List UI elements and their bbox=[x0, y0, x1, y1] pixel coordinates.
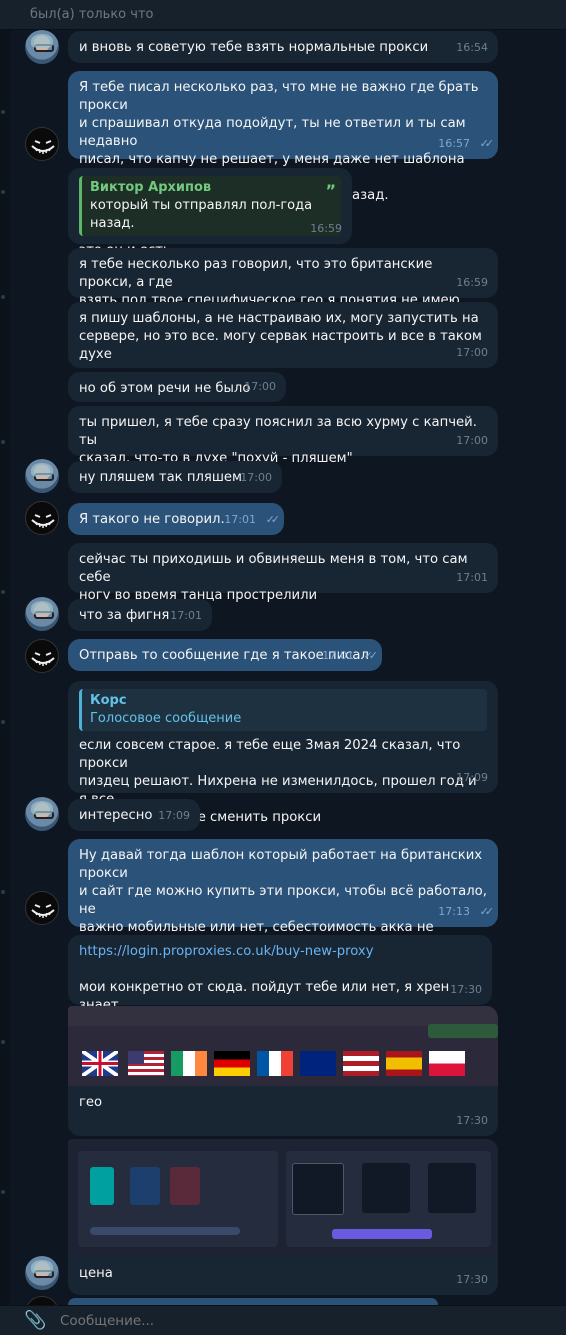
message-time: 17:01 bbox=[322, 649, 354, 662]
carrier-icon bbox=[90, 1167, 114, 1205]
double-check-icon: ✓✓ bbox=[363, 649, 379, 662]
message-time: 17:00 bbox=[240, 471, 272, 484]
flag-icon bbox=[300, 1051, 336, 1076]
quote-author: Виктор Архипов bbox=[90, 180, 212, 195]
message-composer[interactable]: 📎 bbox=[0, 1305, 566, 1335]
quote-text: Голосовое сообщение bbox=[90, 711, 242, 726]
message-text: ты пришел, я тебе сразу пояснил за всю х… bbox=[79, 415, 477, 466]
plan-card bbox=[292, 1163, 344, 1215]
double-check-icon: ✓✓ bbox=[479, 137, 495, 150]
message-bubble[interactable]: Я такого не говорил. 17:01 ✓✓ bbox=[68, 503, 284, 535]
contact-avatar[interactable] bbox=[25, 459, 59, 493]
flag-icon bbox=[80, 1049, 120, 1078]
unread-dot bbox=[1, 440, 5, 444]
message-text: и вновь я советую тебе взять нормальные … bbox=[79, 40, 429, 55]
message-time: 17:01 bbox=[170, 609, 202, 622]
reply-quote[interactable]: Виктор Архипов который ты отправлял пол-… bbox=[79, 176, 341, 236]
user-avatar[interactable] bbox=[25, 127, 59, 161]
message-time: 16:59 bbox=[456, 276, 488, 289]
notification-toast bbox=[428, 1024, 498, 1038]
message-bubble[interactable]: Я тебе писал несколько раз, что мне не в… bbox=[68, 71, 498, 203]
purchase-button bbox=[332, 1229, 432, 1239]
message-bubble[interactable]: интересно 17:09 bbox=[68, 799, 200, 831]
message-bubble[interactable]: ты пришел, я тебе сразу пояснил за всю х… bbox=[68, 406, 498, 466]
unread-dot bbox=[1, 295, 5, 299]
message-bubble[interactable]: ну пляшем так пляшем 17:00 bbox=[68, 461, 282, 493]
unread-dot bbox=[1, 720, 5, 724]
message-time: 17:09 bbox=[456, 771, 488, 784]
message-time: 17:01 bbox=[456, 571, 488, 584]
photo-geo[interactable] bbox=[68, 1006, 498, 1086]
city-chips bbox=[90, 1227, 240, 1235]
double-check-icon: ✓✓ bbox=[479, 905, 495, 918]
user-avatar[interactable] bbox=[25, 501, 59, 535]
unread-dot bbox=[1, 1040, 5, 1044]
message-bubble[interactable]: я тебе несколько раз говорил, что это бр… bbox=[68, 248, 498, 308]
photo-price[interactable] bbox=[68, 1139, 498, 1257]
chat-header[interactable]: был(а) только что bbox=[0, 0, 566, 30]
unread-dot bbox=[1, 890, 5, 894]
plan-card bbox=[362, 1163, 410, 1213]
contact-avatar[interactable] bbox=[25, 597, 59, 631]
chat-list-strip[interactable] bbox=[0, 30, 10, 1305]
flag-icon bbox=[429, 1051, 465, 1076]
unread-dot bbox=[1, 110, 5, 114]
user-avatar[interactable] bbox=[25, 891, 59, 925]
paperclip-icon[interactable]: 📎 bbox=[24, 1310, 46, 1331]
unread-dot bbox=[1, 590, 5, 594]
message-time: 16:54 bbox=[456, 41, 488, 54]
message-link[interactable]: https://login.proproxies.co.uk/buy-new-p… bbox=[79, 943, 481, 961]
message-time: 16:59 bbox=[310, 222, 342, 235]
message-input[interactable] bbox=[60, 1311, 540, 1331]
message-text: я пишу шаблоны, а не настраиваю их, могу… bbox=[79, 311, 482, 362]
flag-icon bbox=[171, 1051, 207, 1076]
reply-quote[interactable]: Корс Голосовое сообщение bbox=[79, 689, 487, 731]
double-check-icon: ✓✓ bbox=[265, 513, 281, 526]
message-time: 17:30 bbox=[456, 1114, 488, 1127]
message-text: цена bbox=[79, 1266, 113, 1281]
message-bubble[interactable]: сейчас ты приходишь и обвиняешь меня в т… bbox=[68, 543, 498, 603]
unread-dot bbox=[1, 190, 5, 194]
message-time: 17:30 bbox=[456, 1273, 488, 1286]
message-bubble-partial[interactable] bbox=[68, 1298, 438, 1305]
message-time: 17:13 bbox=[438, 905, 470, 918]
contact-avatar[interactable] bbox=[25, 797, 59, 831]
message-bubble[interactable]: Виктор Архипов который ты отправлял пол-… bbox=[68, 168, 352, 258]
message-text: сейчас ты приходишь и обвиняешь меня в т… bbox=[79, 552, 468, 603]
message-bubble[interactable]: Корс Голосовое сообщение если совсем ста… bbox=[68, 681, 498, 825]
message-time: 17:09 bbox=[158, 809, 190, 822]
message-bubble[interactable]: https://login.proproxies.co.uk/buy-new-p… bbox=[68, 935, 492, 1013]
contact-avatar[interactable] bbox=[25, 1256, 59, 1290]
user-avatar[interactable] bbox=[25, 639, 59, 673]
message-time: 17:30 bbox=[450, 983, 482, 996]
message-time: 17:00 bbox=[244, 380, 276, 393]
flag-icon bbox=[343, 1051, 379, 1076]
photo-caption[interactable]: гео 17:30 bbox=[68, 1086, 498, 1136]
message-time: 16:57 bbox=[438, 137, 470, 150]
contact-status: был(а) только что bbox=[30, 7, 154, 22]
carrier-icon bbox=[170, 1167, 200, 1205]
message-bubble[interactable]: и вновь я советую тебе взять нормальные … bbox=[68, 31, 498, 63]
message-text: гео bbox=[79, 1095, 103, 1110]
message-bubble[interactable]: что за фигня 17:01 bbox=[68, 599, 212, 631]
plan-card bbox=[428, 1163, 476, 1213]
carrier-icon bbox=[130, 1167, 160, 1205]
contact-avatar[interactable] bbox=[25, 30, 59, 64]
message-time: 17:00 bbox=[456, 346, 488, 359]
message-bubble[interactable]: я пишу шаблоны, а не настраиваю их, могу… bbox=[68, 302, 498, 368]
flag-icon bbox=[386, 1051, 422, 1076]
quote-text: который ты отправлял пол-года назад. bbox=[90, 198, 313, 231]
flag-icon bbox=[214, 1051, 250, 1076]
message-time: 17:01 bbox=[224, 513, 256, 526]
quote-author: Корс bbox=[90, 693, 127, 708]
quote-icon: ” bbox=[325, 181, 336, 200]
flag-icon bbox=[128, 1051, 164, 1076]
message-time: 17:00 bbox=[456, 434, 488, 447]
message-bubble[interactable]: Ну давай тогда шаблон который работает н… bbox=[68, 839, 498, 971]
flag-icon bbox=[257, 1051, 293, 1076]
unread-dot bbox=[1, 1190, 5, 1194]
photo-caption[interactable]: цена 17:30 bbox=[68, 1257, 498, 1295]
message-bubble[interactable]: Отправь то сообщение где я такое писал 1… bbox=[68, 639, 382, 671]
message-bubble[interactable]: но об этом речи не было 17:00 bbox=[68, 372, 286, 402]
